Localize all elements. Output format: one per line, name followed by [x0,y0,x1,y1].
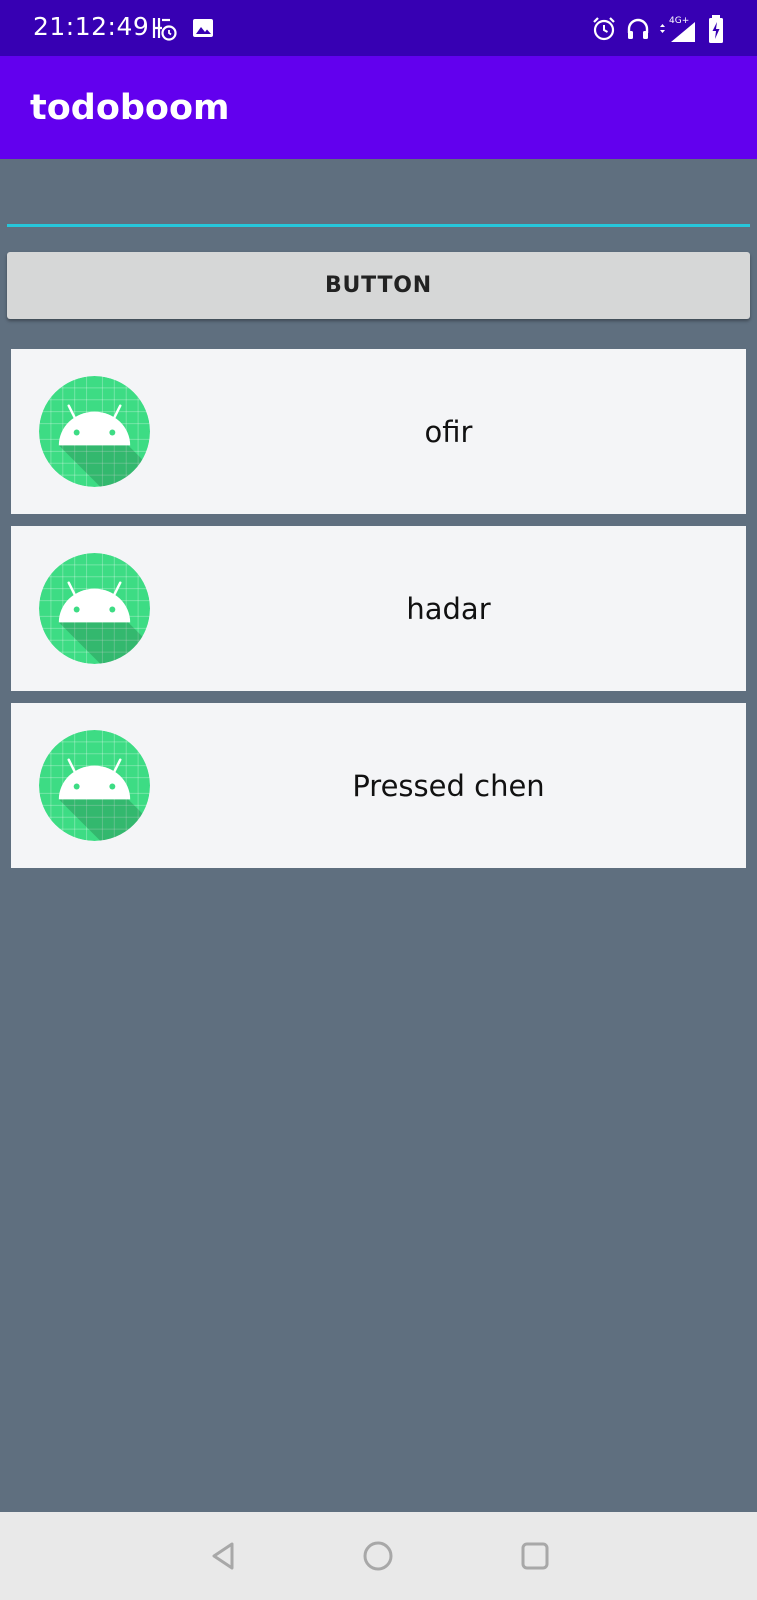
app-title: todoboom [30,88,230,128]
todo-item-text: Pressed chen [352,768,545,803]
todo-item[interactable]: Pressed chen [11,703,746,868]
todo-item-text: hadar [406,591,491,626]
android-robot-icon [39,376,150,487]
todo-item[interactable]: ofir [11,349,746,514]
todo-item-text: ofir [424,414,473,449]
headphones-icon [627,18,649,39]
home-icon[interactable] [360,1538,396,1574]
status-time: 21:12:49 [33,12,150,41]
android-robot-icon [39,730,150,841]
todo-item[interactable]: hadar [11,526,746,691]
add-button[interactable]: BUTTON [7,252,750,319]
alarm-icon [593,17,615,41]
network-type-label: 4G+ [669,16,689,26]
gallery-icon [193,19,213,37]
back-icon[interactable] [206,1538,242,1574]
signal-icon: 4G+ [660,16,695,42]
android-robot-icon [39,553,150,664]
navigation-bar [0,1512,757,1600]
todo-text-input[interactable] [7,180,750,227]
battery-icon [709,15,723,43]
notification-app-icon [152,18,177,41]
app-bar: todoboom [0,56,757,159]
status-bar: 21:12:49 4G+ [0,0,757,56]
recents-icon[interactable] [517,1538,553,1574]
